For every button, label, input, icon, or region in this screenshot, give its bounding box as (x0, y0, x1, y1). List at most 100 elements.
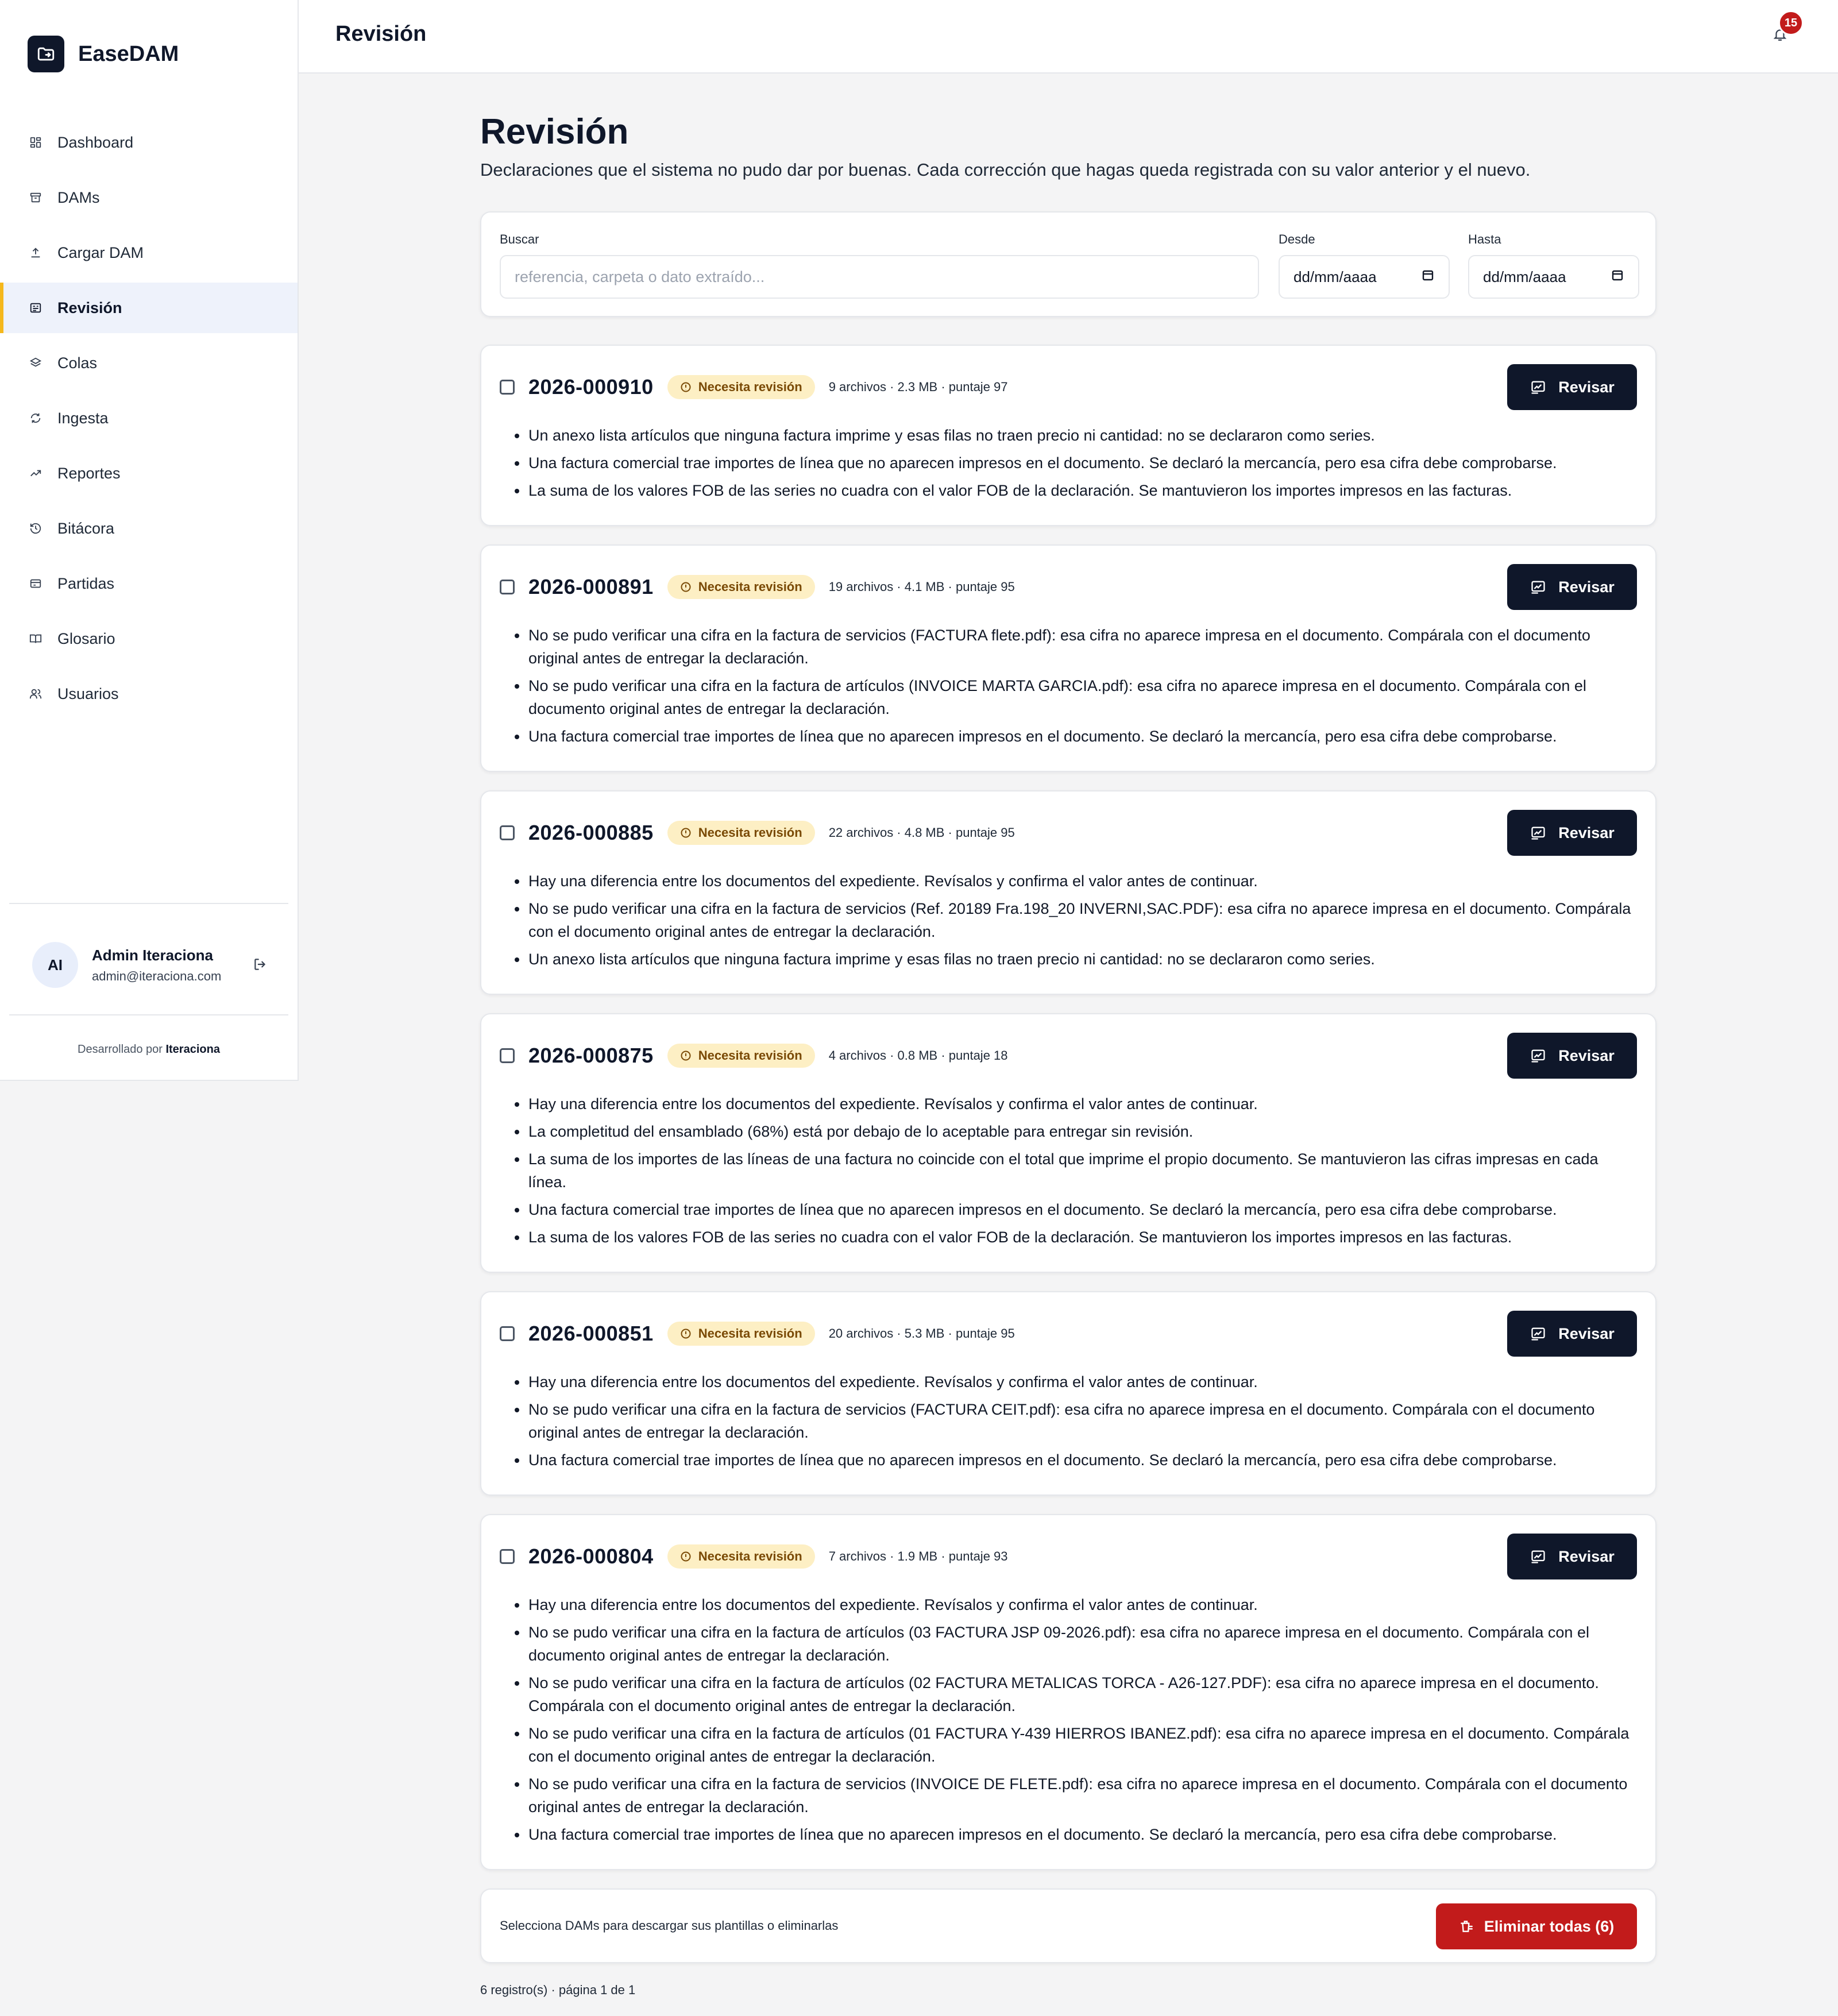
sidebar-item-label: Ingesta (57, 409, 109, 427)
sidebar-item-glosario[interactable]: Glosario (0, 613, 298, 664)
alert-circle-icon (680, 1050, 692, 1061)
issue-item: La suma de los valores FOB de las series… (500, 479, 1637, 502)
brand[interactable]: EaseDAM (28, 36, 179, 72)
select-checkbox[interactable] (500, 1048, 515, 1063)
review-button[interactable]: Revisar (1507, 1033, 1637, 1079)
select-checkbox[interactable] (500, 1326, 515, 1341)
review-chart-icon (1530, 1048, 1547, 1064)
dam-reference[interactable]: 2026-000910 (528, 375, 654, 399)
select-checkbox[interactable] (500, 380, 515, 395)
history-icon (29, 522, 43, 535)
date-to-label: Hasta (1468, 232, 1501, 246)
page-description: Declaraciones que el sistema no pudo dar… (480, 160, 1531, 180)
notification-count-badge: 15 (1778, 10, 1804, 36)
review-button-label: Revisar (1558, 1547, 1615, 1565)
sidebar-item-revision[interactable]: Revisión (0, 283, 298, 333)
issues-list: Hay una diferencia entre los documentos … (500, 870, 1637, 971)
sidebar-item-dashboard[interactable]: Dashboard (0, 117, 298, 168)
date-to-input[interactable]: dd/mm/aaaa (1468, 255, 1639, 299)
logout-icon[interactable] (253, 957, 268, 975)
date-from-input[interactable]: dd/mm/aaaa (1279, 255, 1450, 299)
sidebar-item-dams[interactable]: DAMs (0, 172, 298, 223)
review-button-label: Revisar (1558, 378, 1615, 396)
issue-item: Una factura comercial trae importes de l… (500, 451, 1637, 474)
sidebar-item-cargar-dam[interactable]: Cargar DAM (0, 227, 298, 278)
sidebar-item-label: Reportes (57, 464, 121, 482)
delete-all-button[interactable]: Eliminar todas (6) (1436, 1903, 1637, 1949)
issue-item: Hay una diferencia entre los documentos … (500, 870, 1637, 893)
credit-name: Iteraciona (165, 1043, 220, 1056)
review-button[interactable]: Revisar (1507, 1311, 1637, 1357)
trend-icon (29, 466, 43, 480)
tag-icon (29, 577, 43, 590)
sidebar-item-label: Bitácora (57, 519, 115, 537)
dam-meta: 22 archivos · 4.8 MB · puntaje 95 (828, 825, 1015, 840)
pagination-info: 6 registro(s) · página 1 de 1 (480, 1983, 636, 1997)
issue-item: No se pudo verificar una cifra en la fac… (500, 1772, 1637, 1818)
sidebar-item-colas[interactable]: Colas (0, 338, 298, 388)
users-icon (29, 687, 43, 701)
review-button[interactable]: Revisar (1507, 810, 1637, 856)
sidebar-item-label: Cargar DAM (57, 244, 144, 261)
sync-icon (29, 411, 43, 425)
issue-item: Una factura comercial trae importes de l… (500, 1823, 1637, 1846)
issue-item: Una factura comercial trae importes de l… (500, 1449, 1637, 1472)
dam-meta: 7 archivos · 1.9 MB · puntaje 93 (828, 1549, 1008, 1563)
dam-reference[interactable]: 2026-000804 (528, 1544, 654, 1569)
status-badge: Necesita revisión (667, 821, 815, 845)
select-checkbox[interactable] (500, 825, 515, 840)
review-button[interactable]: Revisar (1507, 1534, 1637, 1579)
review-button-label: Revisar (1558, 578, 1615, 596)
review-chart-icon (1530, 825, 1547, 841)
sidebar-item-label: DAMs (57, 188, 100, 206)
dam-reference[interactable]: 2026-000851 (528, 1322, 654, 1346)
alert-circle-icon (680, 1328, 692, 1339)
sidebar-item-usuarios[interactable]: Usuarios (0, 669, 298, 719)
review-chart-icon (1530, 1548, 1547, 1565)
issues-list: No se pudo verificar una cifra en la fac… (500, 624, 1637, 748)
issue-item: Una factura comercial trae importes de l… (500, 1198, 1637, 1221)
calendar-icon (1611, 268, 1624, 286)
issue-item: No se pudo verificar una cifra en la fac… (500, 897, 1637, 943)
avatar: AI (32, 942, 78, 988)
sidebar-item-label: Glosario (57, 629, 115, 647)
user-email: admin@iteraciona.com (92, 968, 222, 983)
trash-icon (1459, 1919, 1474, 1934)
sidebar-item-ingesta[interactable]: Ingesta (0, 393, 298, 443)
delete-all-label: Eliminar todas (6) (1484, 1917, 1615, 1935)
issue-item: No se pudo verificar una cifra en la fac… (500, 1671, 1637, 1717)
review-button-label: Revisar (1558, 824, 1615, 841)
alert-circle-icon (680, 581, 692, 593)
review-button-label: Revisar (1558, 1046, 1615, 1064)
dam-meta: 19 archivos · 4.1 MB · puntaje 95 (828, 580, 1015, 594)
dam-card: 2026-000875 Necesita revisión 4 archivos… (480, 1013, 1656, 1273)
dam-card: 2026-000891 Necesita revisión 19 archivo… (480, 544, 1656, 772)
review-button[interactable]: Revisar (1507, 364, 1637, 410)
sidebar-item-reportes[interactable]: Reportes (0, 448, 298, 499)
dam-card: 2026-000910 Necesita revisión 9 archivos… (480, 345, 1656, 526)
review-button[interactable]: Revisar (1507, 564, 1637, 610)
issue-item: No se pudo verificar una cifra en la fac… (500, 1722, 1637, 1768)
issue-item: Hay una diferencia entre los documentos … (500, 1593, 1637, 1616)
sidebar-nav: Dashboard DAMs Cargar DAM Revisión Colas (0, 117, 298, 724)
dam-meta: 9 archivos · 2.3 MB · puntaje 97 (828, 380, 1008, 394)
date-from-value: dd/mm/aaaa (1293, 268, 1377, 285)
calendar-icon (1421, 268, 1435, 286)
sidebar-item-partidas[interactable]: Partidas (0, 558, 298, 609)
dam-reference[interactable]: 2026-000891 (528, 575, 654, 599)
dam-reference[interactable]: 2026-000875 (528, 1044, 654, 1068)
status-label: Necesita revisión (698, 825, 802, 840)
issue-item: La completitud del ensamblado (68%) está… (500, 1120, 1637, 1143)
sidebar-item-label: Dashboard (57, 133, 134, 151)
sidebar-item-label: Revisión (57, 299, 122, 316)
status-badge: Necesita revisión (667, 375, 815, 399)
select-checkbox[interactable] (500, 1549, 515, 1564)
dam-reference[interactable]: 2026-000885 (528, 821, 654, 845)
archive-icon (29, 191, 43, 204)
select-checkbox[interactable] (500, 580, 515, 594)
dam-card: 2026-000804 Necesita revisión 7 archivos… (480, 1514, 1656, 1870)
search-placeholder: referencia, carpeta o dato extraído... (515, 268, 765, 285)
search-input[interactable]: referencia, carpeta o dato extraído... (500, 255, 1259, 299)
alert-circle-icon (680, 827, 692, 839)
sidebar-item-bitacora[interactable]: Bitácora (0, 503, 298, 554)
